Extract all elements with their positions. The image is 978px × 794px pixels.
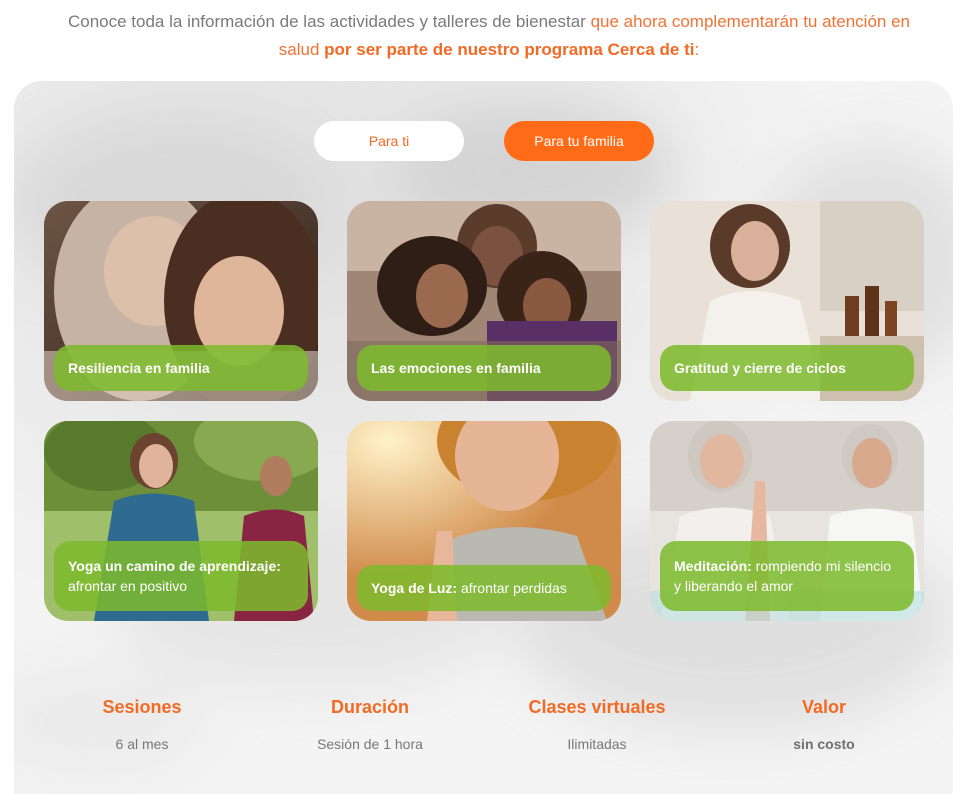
card-title: Resiliencia en familia [68,360,210,376]
stat-duracion: Duración Sesión de 1 hora [270,697,470,752]
stat-sesiones: Sesiones 6 al mes [42,697,242,752]
stat-title: Sesiones [102,697,182,717]
stat-valor: Valor sin costo [724,697,924,752]
stat-title: Valor [801,697,847,717]
stat-title: Duración [330,697,409,717]
activity-card-gratitud[interactable]: Gratitud y cierre de ciclos [650,201,924,401]
stat-value: sin costo [793,736,855,752]
intro-part-4: : [694,40,700,59]
activity-card-yoga-aprendizaje[interactable]: Yoga un camino de aprendizaje: afrontar … [44,421,318,621]
intro-text: Conoce toda la información de las activi… [60,8,918,64]
tab-para-tu-familia[interactable]: Para tu familia [504,121,654,161]
activities-panel: Para ti Para tu familia Resiliencia en f… [14,81,953,794]
card-subtitle: afrontar en positivo [68,578,188,594]
intro-part-1: Conoce toda la información de las activi… [67,12,591,31]
intro-part-3: por ser parte de nuestro programa Cerca … [324,40,695,59]
activity-card-label: Gratitud y cierre de ciclos [660,345,914,391]
activity-card-label: Resiliencia en familia [54,345,308,391]
stat-value: Ilimitadas [567,736,627,752]
tab-para-ti[interactable]: Para ti [314,121,464,161]
card-subtitle: afrontar perdidas [457,580,567,596]
stat-clases-virtuales: Clases virtuales Ilimitadas [497,697,697,752]
card-title: Gratitud y cierre de ciclos [674,360,846,376]
stat-value: Sesión de 1 hora [317,736,423,752]
activity-card-resiliencia[interactable]: Resiliencia en familia [44,201,318,401]
activity-card-label: Yoga de Luz: afrontar perdidas [357,565,611,611]
activity-card-label: Yoga un camino de aprendizaje: afrontar … [54,541,308,611]
activity-card-yoga-luz[interactable]: Yoga de Luz: afrontar perdidas [347,421,621,621]
card-title: Yoga un camino de aprendizaje: [68,558,281,574]
activity-card-meditacion[interactable]: Meditación: rompiendo mi silencio y libe… [650,421,924,621]
activity-card-label: Las emociones en familia [357,345,611,391]
activity-card-emociones[interactable]: Las emociones en familia [347,201,621,401]
card-title: Yoga de Luz: [371,580,458,596]
card-title: Meditación: [674,558,752,574]
activity-card-label: Meditación: rompiendo mi silencio y libe… [660,541,914,611]
stat-value: 6 al mes [115,736,169,752]
card-title: Las emociones en familia [371,360,541,376]
stat-title: Clases virtuales [528,697,666,717]
